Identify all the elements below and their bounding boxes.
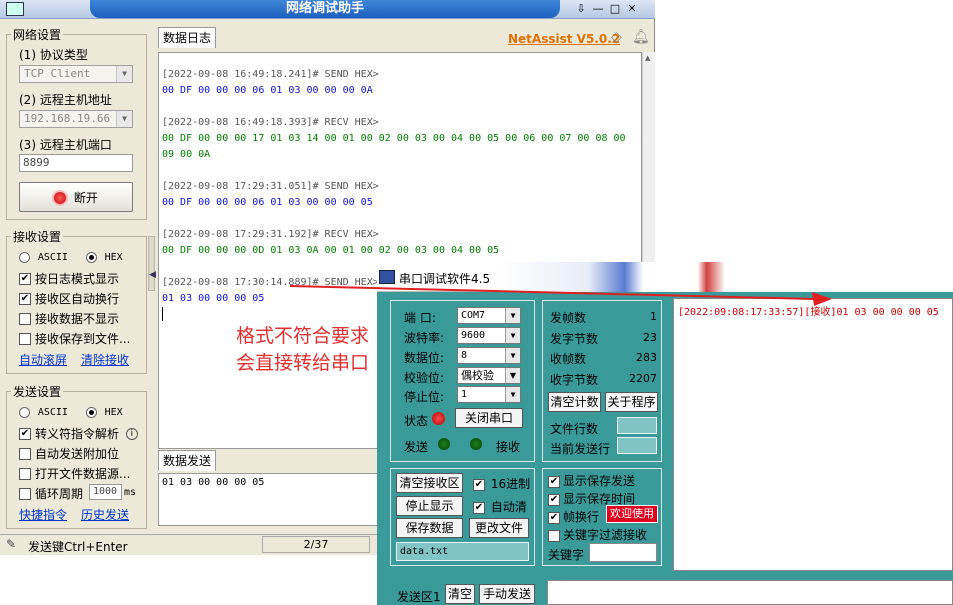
arrow-line xyxy=(289,285,816,300)
arrow-head xyxy=(812,292,832,306)
forward-arrow xyxy=(289,285,832,306)
